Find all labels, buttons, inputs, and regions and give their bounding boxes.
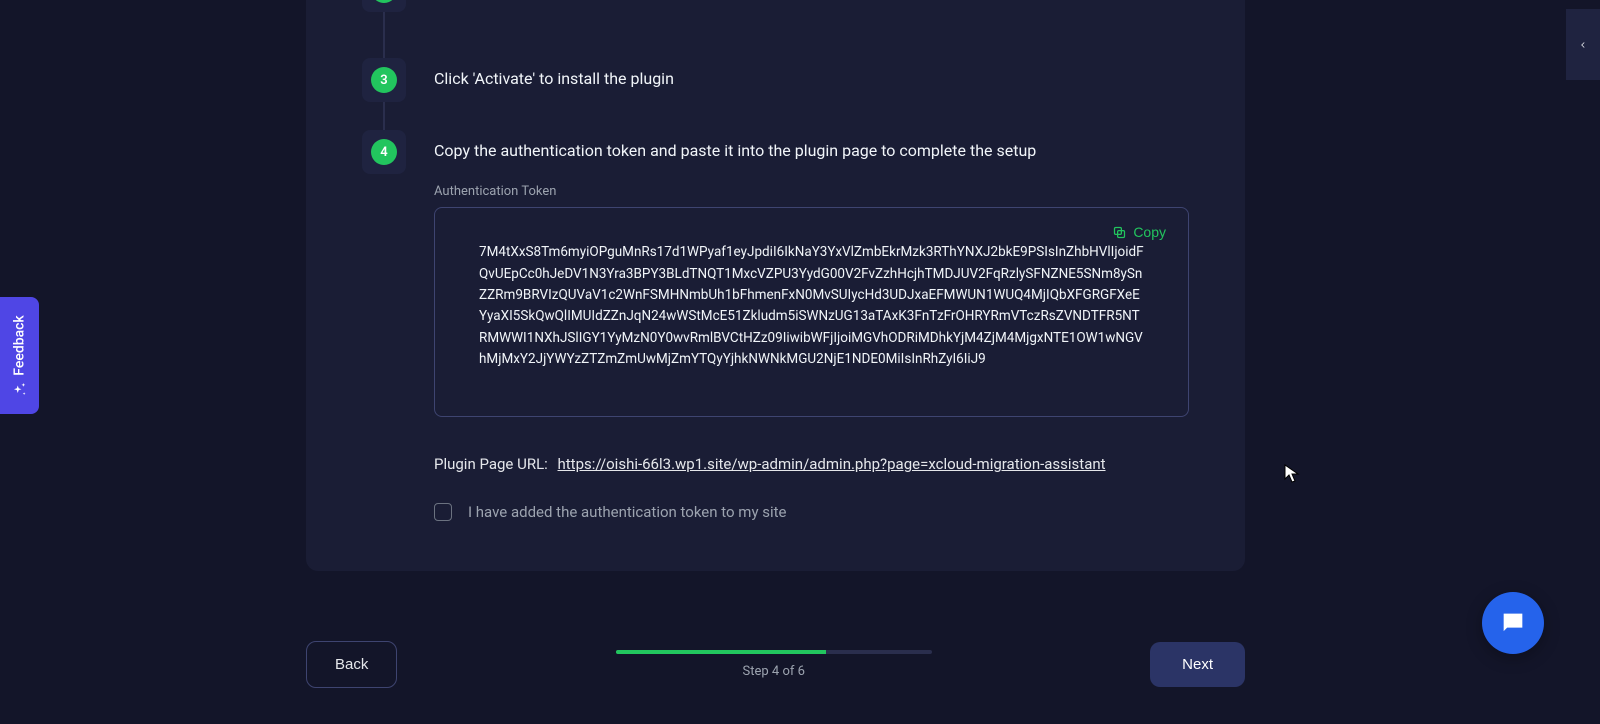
mouse-cursor [1284, 464, 1300, 484]
step-2-number: 2 [371, 0, 397, 3]
plugin-url-row: Plugin Page URL: https://oishi-66l3.wp1.… [434, 455, 1189, 473]
step-connector [383, 12, 385, 58]
feedback-tab[interactable]: Feedback [0, 297, 39, 414]
step-4-title: Copy the authentication token and paste … [434, 140, 1189, 162]
step-2-badge: 2 [362, 0, 406, 12]
step-indicator: Step 4 of 6 [743, 664, 805, 679]
step-3-number: 3 [371, 67, 397, 93]
copy-button-label: Copy [1133, 224, 1166, 240]
progress-fill [616, 650, 826, 654]
step-4-badge: 4 [362, 130, 406, 174]
copy-icon [1112, 225, 1127, 240]
chat-icon [1499, 609, 1527, 637]
auth-token-box: Copy 7M4tXxS8Tm6myiOPguMnRs17d1WPyaf1eyJ… [434, 207, 1189, 417]
sparkle-icon [12, 381, 27, 396]
chevron-left-icon [1578, 38, 1588, 52]
step-4-number: 4 [371, 139, 397, 165]
step-connector [383, 102, 385, 130]
plugin-url-label: Plugin Page URL: [434, 455, 548, 473]
auth-token-label: Authentication Token [434, 184, 1189, 199]
step-3-badge: 3 [362, 58, 406, 102]
next-button[interactable]: Next [1150, 642, 1245, 687]
confirm-checkbox-label: I have added the authentication token to… [468, 503, 787, 521]
auth-token-value[interactable]: 7M4tXxS8Tm6myiOPguMnRs17d1WPyaf1eyJpdiI6… [479, 242, 1144, 370]
back-button[interactable]: Back [306, 641, 397, 688]
chat-button[interactable] [1482, 592, 1544, 654]
plugin-url-link[interactable]: https://oishi-66l3.wp1.site/wp-admin/adm… [558, 455, 1106, 473]
confirm-checkbox[interactable] [434, 503, 452, 521]
progress-bar [616, 650, 932, 654]
step-3-title: Click 'Activate' to install the plugin [434, 68, 1189, 90]
side-panel-toggle[interactable] [1566, 9, 1600, 80]
copy-button[interactable]: Copy [1112, 224, 1166, 240]
feedback-label: Feedback [12, 315, 28, 375]
